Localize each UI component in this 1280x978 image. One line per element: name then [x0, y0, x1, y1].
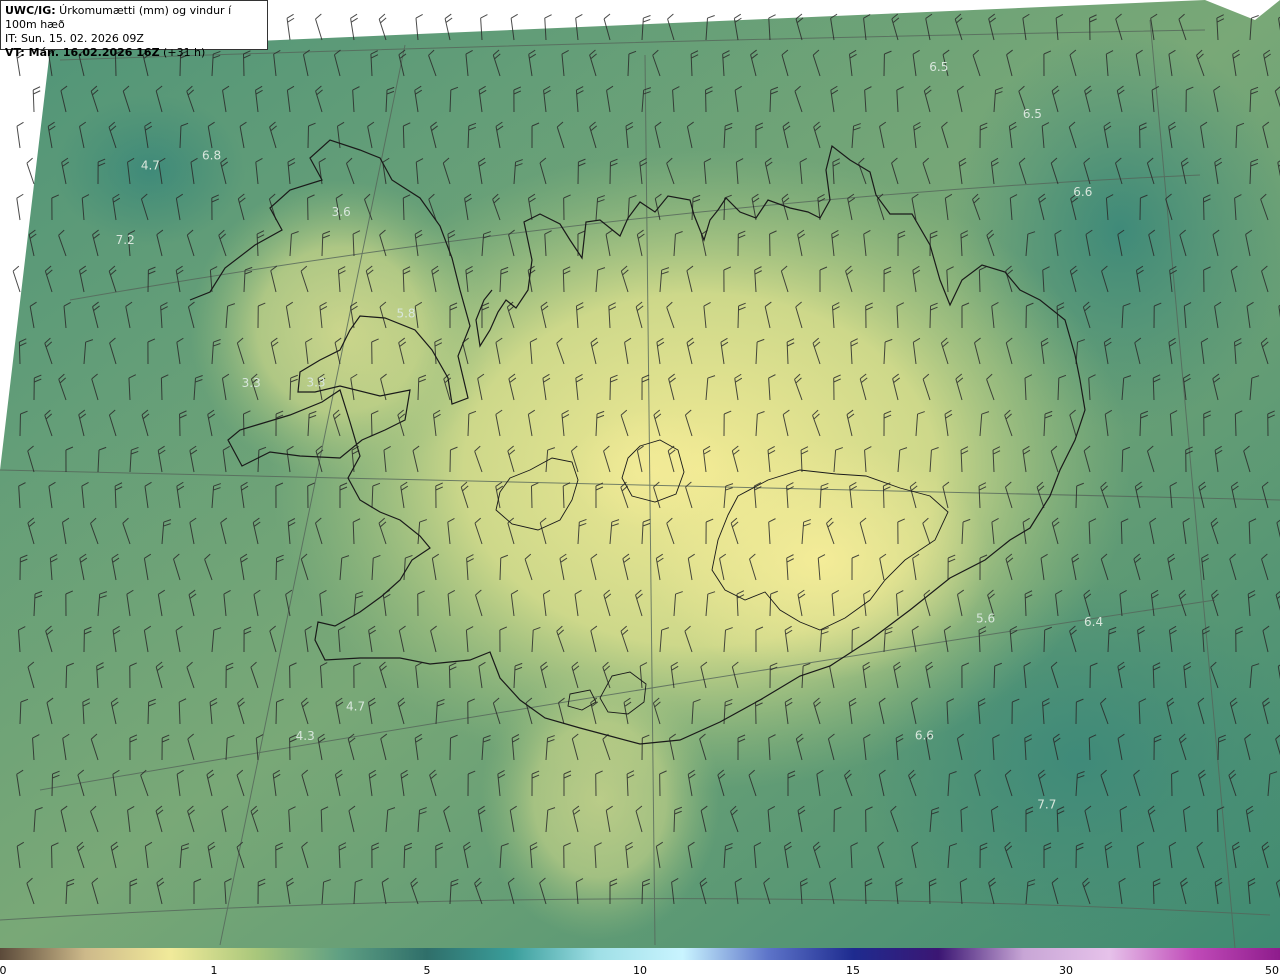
- value-label: 6.6: [1073, 185, 1092, 199]
- colorbar-tick: 50: [1265, 964, 1279, 977]
- value-label: 6.5: [929, 60, 948, 74]
- map-info-box: UWC/IG: Úrkomumætti (mm) og vindur í 100…: [0, 0, 268, 59]
- value-label: 3.3: [242, 376, 261, 390]
- valid-time: VT: Mán. 16.02.2026 16Z: [5, 46, 160, 59]
- colorbar-tick: 0: [0, 964, 7, 977]
- value-label: 7.7: [1037, 798, 1056, 812]
- value-label: 3.6: [332, 205, 351, 219]
- value-label: 7.2: [116, 233, 135, 247]
- colorbar-tick: 15: [846, 964, 860, 977]
- value-label: 3.3: [306, 375, 325, 389]
- forecast-lead: (+31 h): [159, 46, 206, 59]
- weather-map: 6.5 6.5 6.6 6.8 4.7 3.6 7.2 5.8 3.3 3.3 5.6 6.4 4.7 4…: [0, 0, 1280, 948]
- value-label: 6.5: [1023, 107, 1042, 121]
- colorbar-tick: 30: [1059, 964, 1073, 977]
- value-label: 6.8: [202, 149, 221, 163]
- colorbar-tick: 1: [210, 964, 218, 977]
- field-south-plume: [480, 660, 720, 940]
- value-label: 4.7: [346, 700, 365, 714]
- value-label: 5.6: [976, 612, 995, 626]
- colorbar-tick: 5: [423, 964, 431, 977]
- colorbar: 0 1 5 10 15 30 50: [0, 948, 1280, 978]
- valid-time-line: VT: Mán. 16.02.2026 16Z (+31 h): [5, 46, 263, 60]
- value-label: 4.7: [141, 158, 160, 172]
- value-label: 6.6: [915, 729, 934, 743]
- init-time: IT: Sun. 15. 02. 2026 09Z: [5, 32, 144, 45]
- product-prefix: UWC/IG:: [5, 4, 56, 17]
- value-label: 5.8: [396, 306, 415, 320]
- value-label: 4.3: [296, 729, 315, 743]
- value-label: 6.4: [1084, 615, 1103, 629]
- colorbar-strip: [0, 948, 1280, 960]
- title-line: UWC/IG: Úrkomumætti (mm) og vindur í 100…: [5, 4, 263, 32]
- colorbar-tick: 10: [633, 964, 647, 977]
